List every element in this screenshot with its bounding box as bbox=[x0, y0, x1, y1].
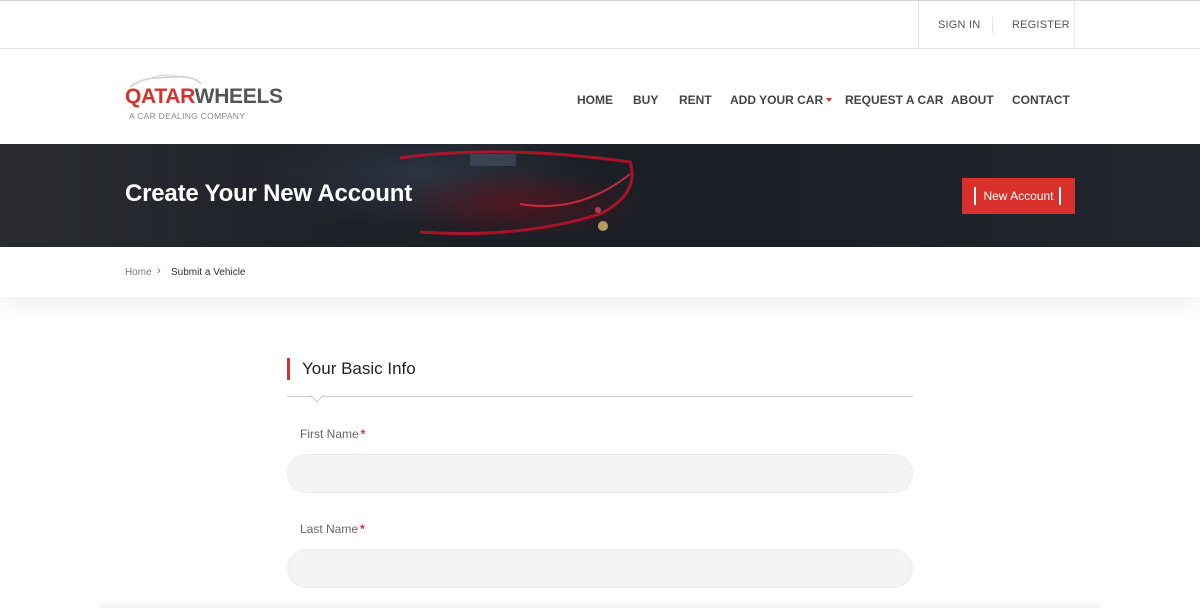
nav-buy[interactable]: BUY bbox=[633, 93, 658, 107]
divider bbox=[992, 17, 993, 33]
first-name-label-text: First Name bbox=[300, 427, 359, 441]
breadcrumb-home[interactable]: Home bbox=[125, 267, 152, 278]
nav-contact[interactable]: CONTACT bbox=[1012, 93, 1070, 107]
register-link[interactable]: REGISTER bbox=[1012, 19, 1070, 31]
divider bbox=[1059, 187, 1061, 205]
caret-down-icon bbox=[826, 97, 833, 102]
page-banner: Create Your New Account New Account bbox=[0, 144, 1200, 247]
required-marker: * bbox=[360, 522, 365, 536]
nav-rent[interactable]: RENT bbox=[679, 93, 712, 107]
nav-add-your-car-label: ADD YOUR CAR bbox=[730, 93, 824, 107]
last-name-label-text: Last Name bbox=[300, 522, 359, 536]
last-name-label: Last Name * bbox=[300, 522, 365, 536]
nav-about[interactable]: ABOUT bbox=[951, 93, 994, 107]
site-logo[interactable]: QATARWHEELS A CAR DEALING COMPANY bbox=[125, 71, 285, 123]
chevron-right-icon: › bbox=[157, 265, 161, 277]
first-name-field[interactable] bbox=[287, 454, 913, 493]
last-name-field[interactable] bbox=[287, 549, 913, 588]
nav-home[interactable]: HOME bbox=[577, 93, 613, 107]
section-title: Your Basic Info bbox=[287, 358, 416, 380]
nav-request-a-car[interactable]: REQUEST A CAR bbox=[845, 93, 943, 107]
sign-in-link[interactable]: SIGN IN bbox=[938, 19, 980, 31]
required-marker: * bbox=[360, 427, 366, 441]
new-account-button-label: New Account bbox=[983, 189, 1054, 203]
breadcrumb: Home › Submit a Vehicle bbox=[0, 247, 1200, 297]
footer-shadow bbox=[100, 600, 1100, 608]
divider-notch bbox=[309, 388, 325, 403]
logo-wordmark: QATARWHEELS bbox=[125, 85, 283, 109]
top-bar: SIGN IN REGISTER bbox=[0, 0, 1200, 49]
page-title: Create Your New Account bbox=[125, 180, 413, 207]
divider bbox=[974, 187, 976, 205]
logo-wordmark-part2: WHEELS bbox=[194, 85, 283, 108]
site-header: QATARWHEELS A CAR DEALING COMPANY HOME B… bbox=[0, 49, 1200, 144]
new-account-button[interactable]: New Account bbox=[962, 178, 1075, 214]
logo-wordmark-part1: QATAR bbox=[125, 85, 195, 108]
nav-add-your-car[interactable]: ADD YOUR CAR bbox=[730, 93, 833, 107]
section-divider bbox=[287, 396, 913, 397]
first-name-label: First Name * bbox=[300, 427, 365, 441]
account-links: SIGN IN REGISTER bbox=[918, 1, 1075, 49]
logo-tagline: A CAR DEALING COMPANY bbox=[129, 111, 246, 121]
breadcrumb-current: Submit a Vehicle bbox=[171, 267, 246, 278]
